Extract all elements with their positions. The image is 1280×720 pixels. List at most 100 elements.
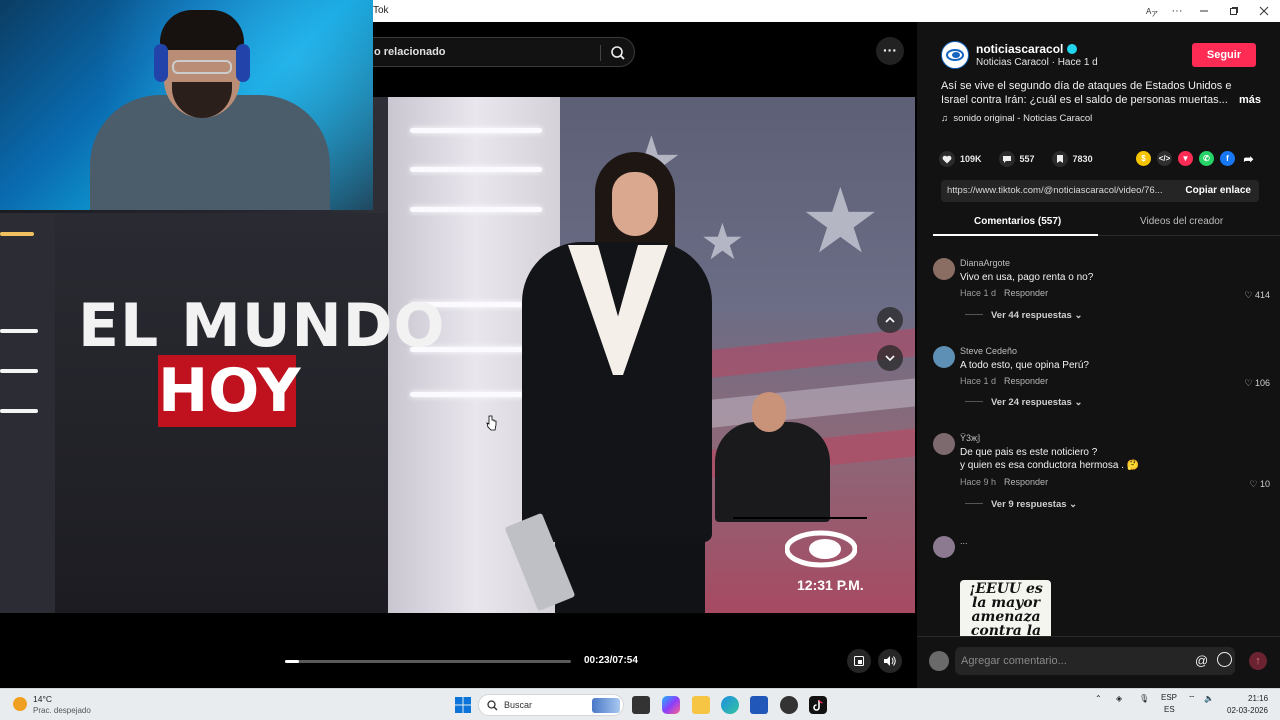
facebook-icon[interactable]: f bbox=[1220, 151, 1235, 166]
comment-like-count: 414 bbox=[1254, 290, 1270, 300]
wifi-icon[interactable]: ⌔ bbox=[1188, 694, 1196, 704]
save-button[interactable]: 7830 bbox=[1051, 151, 1093, 167]
taskbar-search-text: Buscar bbox=[504, 700, 533, 710]
like-count: 109K bbox=[960, 154, 982, 164]
next-video-button[interactable] bbox=[877, 345, 903, 371]
heart-outline-icon: ♡ bbox=[1244, 378, 1253, 388]
presenter-legs bbox=[555, 537, 705, 613]
weather-desc[interactable]: Prac. despejado bbox=[33, 706, 91, 715]
view-replies-text: Ver 44 respuestas bbox=[991, 310, 1072, 321]
like-button[interactable]: 109K bbox=[939, 151, 982, 167]
view-replies-text: Ver 9 respuestas bbox=[991, 499, 1067, 510]
more-link[interactable]: más bbox=[1239, 93, 1261, 107]
tab-creator-videos[interactable]: Videos del creador bbox=[1140, 216, 1223, 227]
microphone-icon[interactable]: 🎙 bbox=[1139, 694, 1149, 703]
share-arrow-icon[interactable]: ➦ bbox=[1241, 151, 1256, 166]
clock-date[interactable]: 02-03-2026 bbox=[1227, 706, 1268, 715]
comment-avatar[interactable] bbox=[933, 433, 955, 455]
creator-subline: Noticias Caracol · Hace 1 d bbox=[976, 57, 1098, 68]
follow-button[interactable]: Seguir bbox=[1192, 43, 1256, 67]
tiktok-app-icon[interactable] bbox=[809, 696, 827, 714]
coin-icon[interactable]: $ bbox=[1136, 151, 1151, 166]
reply-button[interactable]: Responder bbox=[1004, 288, 1048, 298]
comment-username[interactable]: Steve Cedeño bbox=[960, 346, 1017, 356]
language-code[interactable]: ESP bbox=[1161, 693, 1177, 702]
video-link-box: https://www.tiktok.com/@noticiascaracol/… bbox=[941, 180, 1259, 202]
weather-temp[interactable]: 14°C bbox=[33, 694, 52, 704]
close-icon[interactable] bbox=[1249, 0, 1279, 22]
comment-text: De que pais es este noticiero ? y quien … bbox=[960, 446, 1220, 472]
search-icon bbox=[487, 700, 498, 711]
previous-video-button[interactable] bbox=[877, 307, 903, 333]
comment-avatar[interactable] bbox=[933, 258, 955, 280]
comment-avatar[interactable] bbox=[933, 346, 955, 368]
whatsapp-icon[interactable]: ✆ bbox=[1199, 151, 1214, 166]
webcam-overlay bbox=[0, 0, 373, 210]
creator-avatar[interactable] bbox=[941, 41, 969, 69]
headphones-left bbox=[154, 44, 168, 82]
more-icon[interactable]: ··· bbox=[1162, 0, 1192, 22]
emoji-icon[interactable] bbox=[1217, 652, 1232, 667]
video-url[interactable]: https://www.tiktok.com/@noticiascaracol/… bbox=[947, 185, 1173, 196]
svg-text:ア: ア bbox=[1151, 10, 1158, 17]
flag-star: ★ bbox=[800, 172, 881, 272]
minimize-icon[interactable] bbox=[1189, 0, 1219, 22]
user-avatar[interactable] bbox=[929, 651, 949, 671]
description-line-1: Así se vive el segundo día de ataques de… bbox=[941, 80, 1232, 92]
send-comment-button[interactable]: ↑ bbox=[1249, 652, 1267, 670]
comment-like-button[interactable]: ♡ 106 bbox=[1244, 378, 1270, 389]
mention-icon[interactable]: @ bbox=[1195, 653, 1208, 668]
chrome-icon[interactable] bbox=[780, 696, 798, 714]
sound-text: sonido original - Noticias Caracol bbox=[953, 113, 1093, 124]
view-replies-button[interactable]: Ver 44 respuestas ⌄ bbox=[965, 310, 1082, 321]
copy-link-button[interactable]: Copiar enlace bbox=[1185, 185, 1251, 196]
show-title-text: EL MUNDO bbox=[78, 291, 446, 361]
taskbar-search[interactable]: Buscar bbox=[478, 694, 624, 716]
comment-avatar[interactable] bbox=[933, 536, 955, 558]
show-hidden-icons[interactable]: ⌃ bbox=[1095, 694, 1102, 703]
reply-button[interactable]: Responder bbox=[1004, 376, 1048, 386]
sticker-text: ¡EEUU es la mayor amenaza contra la bbox=[969, 581, 1043, 636]
view-replies-button[interactable]: Ver 9 respuestas ⌄ bbox=[965, 499, 1077, 510]
vpn-icon[interactable]: ◈ bbox=[1116, 694, 1122, 703]
flag-star: ★ bbox=[700, 214, 745, 270]
comment-like-button[interactable]: ♡ 10 bbox=[1249, 479, 1270, 490]
copilot-icon[interactable] bbox=[662, 696, 680, 714]
clock-time[interactable]: 21:16 bbox=[1248, 694, 1268, 703]
task-view-icon[interactable] bbox=[632, 696, 650, 714]
volume-button[interactable] bbox=[878, 649, 902, 673]
clock-overlay: 12:31 P.M. bbox=[797, 577, 864, 593]
volume-icon bbox=[884, 656, 896, 666]
progress-bar[interactable] bbox=[285, 660, 571, 663]
language-sub[interactable]: ES bbox=[1164, 705, 1175, 714]
comment-username[interactable]: DianaArgote bbox=[960, 258, 1010, 268]
edge-browser-icon[interactable] bbox=[721, 696, 739, 714]
reply-button[interactable]: Responder bbox=[1004, 477, 1048, 487]
comment-like-button[interactable]: ♡ 414 bbox=[1244, 290, 1270, 301]
more-options-button[interactable]: ··· bbox=[876, 37, 904, 65]
weather-sun-icon[interactable] bbox=[13, 697, 27, 711]
comment-username[interactable]: ... bbox=[960, 536, 968, 546]
embed-icon[interactable]: </> bbox=[1157, 151, 1172, 166]
creator-username[interactable]: noticiascaracol bbox=[976, 42, 1078, 56]
sound-link[interactable]: ♫ sonido original - Noticias Caracol bbox=[941, 113, 1092, 124]
heart-outline-icon: ♡ bbox=[1249, 479, 1258, 489]
speaker-icon[interactable]: 🔈 bbox=[1204, 694, 1214, 703]
comment-input[interactable]: Agregar comentario... @ bbox=[955, 647, 1235, 675]
send-icon[interactable]: ▼ bbox=[1178, 151, 1193, 166]
chevron-down-icon: ⌄ bbox=[1069, 499, 1078, 510]
heart-icon bbox=[939, 151, 955, 167]
windows-start-icon[interactable] bbox=[454, 696, 472, 714]
search-input[interactable]: o relacionado bbox=[355, 37, 635, 67]
tab-comments[interactable]: Comentarios (557) bbox=[974, 216, 1061, 227]
view-replies-button[interactable]: Ver 24 respuestas ⌄ bbox=[965, 397, 1082, 408]
comment-button[interactable]: 557 bbox=[998, 151, 1035, 167]
comment-sticker-image[interactable]: ¡EEUU es la mayor amenaza contra la bbox=[960, 580, 1051, 636]
store-icon[interactable] bbox=[750, 696, 768, 714]
maximize-icon[interactable] bbox=[1219, 0, 1249, 22]
comment-text-line-2: y quien es esa conductora hermosa . 🤔 bbox=[960, 460, 1140, 471]
file-explorer-icon[interactable] bbox=[692, 696, 710, 714]
pip-button[interactable] bbox=[847, 649, 871, 673]
search-icon[interactable] bbox=[610, 45, 626, 61]
comment-username[interactable]: Ÿ3ж𝕁 bbox=[960, 433, 981, 444]
